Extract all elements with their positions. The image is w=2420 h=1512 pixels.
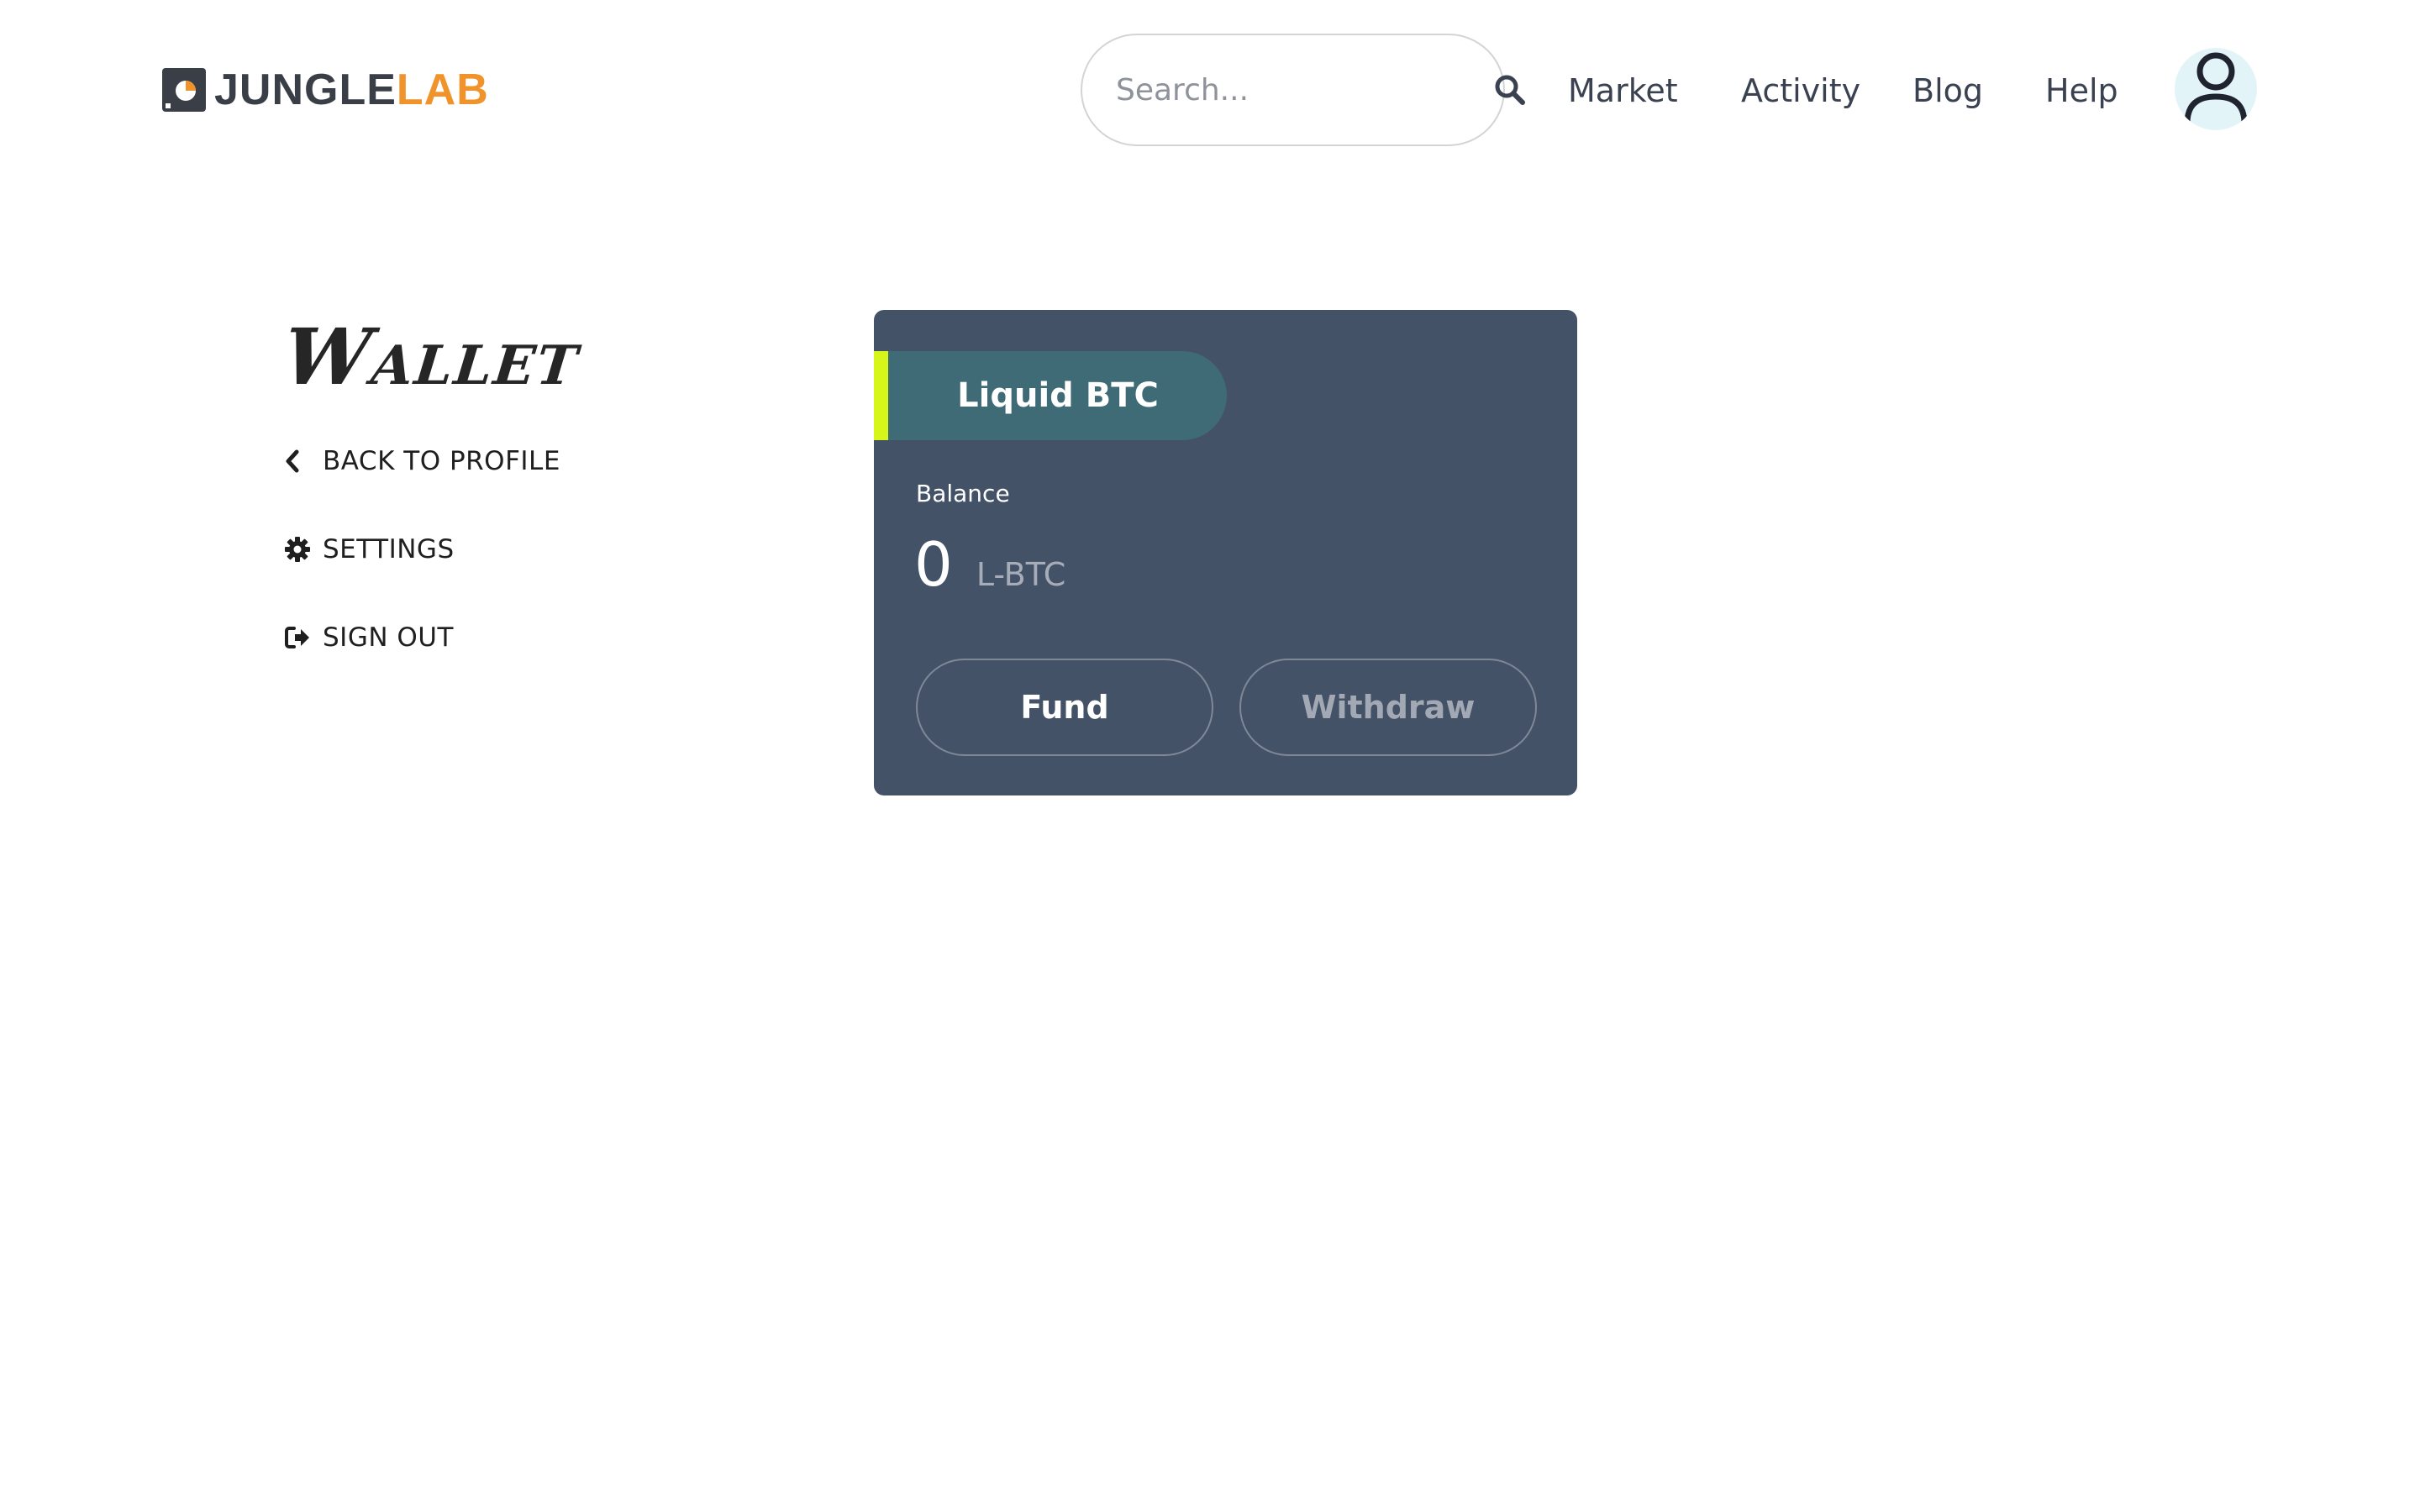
settings-label: SETTINGS — [323, 534, 455, 564]
search-icon[interactable] — [1494, 73, 1526, 107]
balance-value: 0 — [914, 529, 953, 600]
user-avatar[interactable] — [2175, 48, 2257, 130]
back-to-profile-link[interactable]: BACK TO PROFILE — [284, 443, 560, 480]
withdraw-button[interactable]: Withdraw — [1239, 659, 1537, 756]
balance-unit: L-BTC — [976, 556, 1066, 593]
page-title: Wallet — [279, 312, 585, 402]
brand-logo[interactable]: JUNGLELAB — [162, 66, 489, 114]
fund-button[interactable]: Fund — [916, 659, 1213, 756]
brand-name-part1: JUNGLE — [214, 66, 397, 114]
user-icon — [2182, 51, 2249, 127]
back-to-profile-label: BACK TO PROFILE — [323, 446, 560, 476]
balance-amount: 0 L-BTC — [914, 527, 1065, 602]
search-input[interactable] — [1114, 65, 1494, 115]
nav-blog[interactable]: Blog — [1912, 67, 1983, 114]
settings-link[interactable]: SETTINGS — [284, 531, 455, 568]
logo-mark-icon — [162, 68, 206, 112]
nav-activity[interactable]: Activity — [1741, 67, 1860, 114]
asset-tab[interactable]: Liquid BTC — [874, 351, 1227, 440]
top-header: JUNGLELAB Market Activity Blog Help — [0, 0, 2420, 180]
brand-name-part2: LAB — [396, 66, 489, 114]
asset-accent-bar — [874, 351, 888, 440]
nav-market[interactable]: Market — [1568, 67, 1678, 114]
sign-out-link[interactable]: SIGN OUT — [284, 619, 454, 656]
nav-help[interactable]: Help — [2045, 67, 2118, 114]
brand-name: JUNGLELAB — [214, 66, 489, 114]
sign-out-label: SIGN OUT — [323, 622, 454, 653]
wallet-card: Liquid BTC Balance 0 L-BTC Fund Withdraw — [874, 310, 1577, 795]
asset-name: Liquid BTC — [957, 376, 1159, 415]
gear-icon — [284, 535, 313, 564]
chevron-left-icon — [284, 447, 313, 475]
search-bar — [1081, 34, 1525, 146]
sign-out-icon — [284, 623, 313, 652]
balance-label: Balance — [916, 480, 1010, 507]
